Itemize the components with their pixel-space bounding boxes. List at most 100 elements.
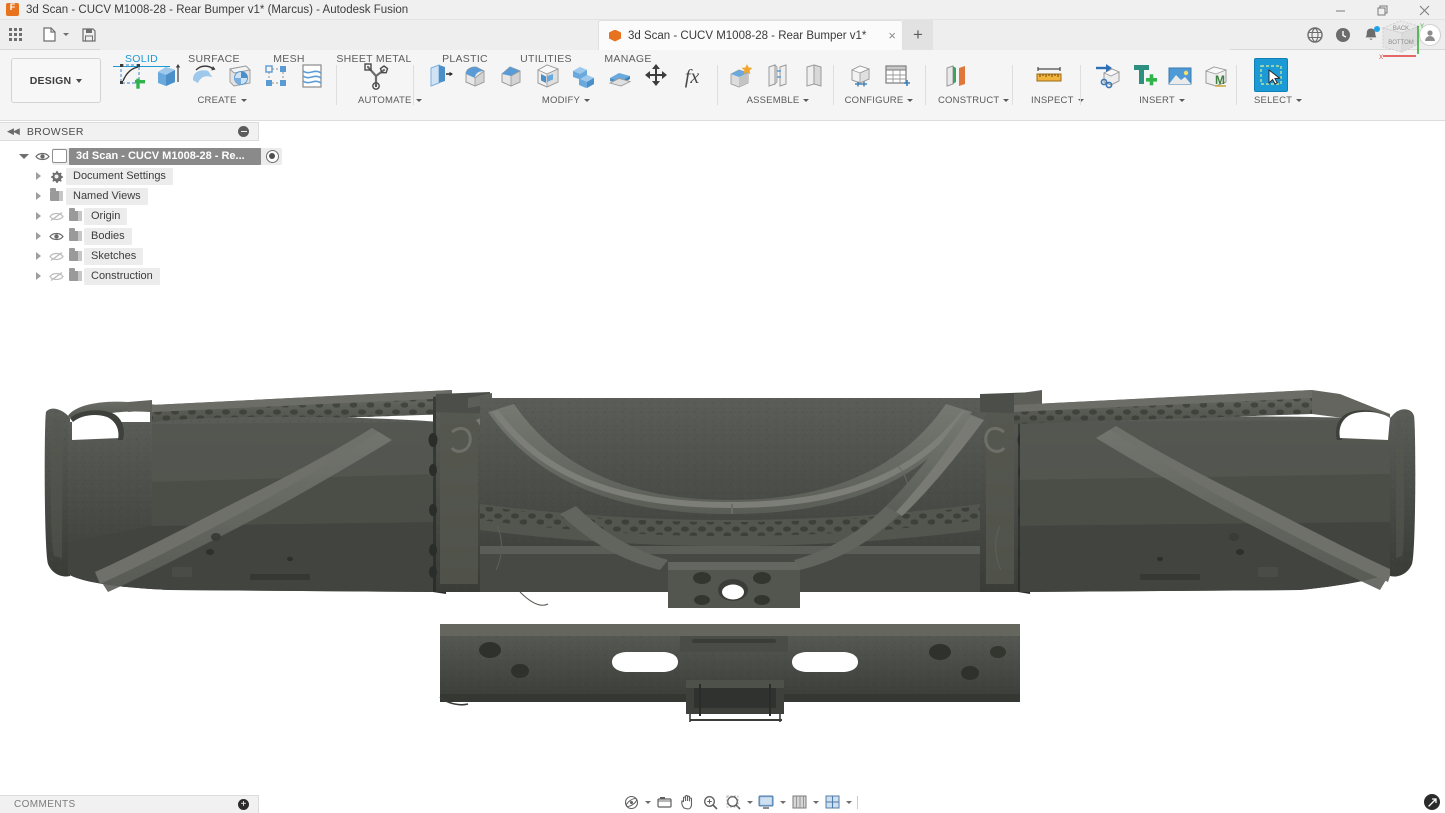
combine-icon[interactable] <box>566 58 602 94</box>
pattern-icon[interactable] <box>258 58 294 94</box>
ribbon-group-create-label[interactable]: CREATE <box>114 95 330 106</box>
expand-arrow-icon[interactable] <box>30 166 46 186</box>
revolve-icon[interactable] <box>186 58 222 94</box>
file-dropdown-caret-icon[interactable] <box>61 20 70 50</box>
visibility-eye-off-icon[interactable] <box>46 246 66 266</box>
new-tab-button[interactable]: + <box>903 20 933 50</box>
configure-label: CONFIGURE <box>845 95 904 106</box>
ribbon-group-insert-label[interactable]: INSERT <box>1090 95 1234 106</box>
offset-face-icon[interactable] <box>602 58 638 94</box>
grid-snaps-dropdown-caret-icon[interactable] <box>811 793 820 811</box>
ribbon-group-automate-label[interactable]: AUTOMATE <box>358 95 422 106</box>
ribbon-group-select-label[interactable]: SELECT <box>1254 95 1302 106</box>
display-settings-icon[interactable] <box>755 793 777 811</box>
ribbon-group-construct-label[interactable]: CONSTRUCT <box>938 95 1009 106</box>
tree-item-bodies[interactable]: Bodies <box>0 226 259 246</box>
ribbon-group-construct: CONSTRUCT <box>938 58 1009 112</box>
tree-root-row[interactable]: 3d Scan - CUCV M1008-28 - Re... <box>52 148 282 165</box>
orbit-dropdown-caret-icon[interactable] <box>643 793 652 811</box>
pan-icon[interactable] <box>676 793 698 811</box>
folder-icon <box>66 206 84 226</box>
viewcube[interactable]: BACK BOTTOM X Y <box>1369 10 1431 72</box>
move-copy-icon[interactable] <box>638 58 674 94</box>
panel-options-icon[interactable] <box>238 126 249 137</box>
expand-view-icon[interactable] <box>1424 794 1440 810</box>
insert-mcmaster-icon[interactable] <box>1126 58 1162 94</box>
tree-item-named-views[interactable]: Named Views <box>0 186 259 206</box>
fit-icon[interactable] <box>722 793 744 811</box>
close-icon[interactable]: × <box>888 29 896 42</box>
tree-item-construction[interactable]: Construction <box>0 266 259 286</box>
visibility-eye-off-icon[interactable] <box>46 206 66 226</box>
comments-panel[interactable]: COMMENTS + <box>0 795 259 813</box>
insert-mesh-icon[interactable]: M <box>1198 58 1234 94</box>
measure-icon[interactable] <box>1031 58 1067 94</box>
tree-item-document-settings[interactable]: Document Settings <box>0 166 259 186</box>
insert-canvas-icon[interactable] <box>1162 58 1198 94</box>
viewports-dropdown-caret-icon[interactable] <box>844 793 853 811</box>
sweep-icon[interactable] <box>222 58 258 94</box>
chevron-down-icon <box>1296 99 1302 102</box>
globe-icon[interactable] <box>1301 20 1329 50</box>
orbit-icon[interactable] <box>620 793 642 811</box>
new-component-icon[interactable] <box>724 58 760 94</box>
expand-arrow-icon[interactable] <box>30 206 46 226</box>
visibility-eye-off-icon[interactable] <box>46 266 66 286</box>
chevron-down-icon <box>241 99 247 102</box>
joint-icon[interactable] <box>760 58 796 94</box>
change-parameters-icon[interactable]: fx <box>674 58 710 94</box>
tree-item-sketches[interactable]: Sketches <box>0 246 259 266</box>
configure-design-icon[interactable] <box>843 58 879 94</box>
save-icon[interactable] <box>77 20 101 50</box>
grid-snaps-icon[interactable] <box>788 793 810 811</box>
create-sketch-icon[interactable] <box>114 58 150 94</box>
look-at-icon[interactable] <box>653 793 675 811</box>
visibility-eye-icon[interactable] <box>32 146 52 166</box>
workspace-label: DESIGN <box>30 75 71 87</box>
tree-item-origin[interactable]: Origin <box>0 206 259 226</box>
tree-item-named-views-label: Named Views <box>66 188 148 205</box>
ribbon-group-configure-label[interactable]: CONFIGURE <box>843 95 915 106</box>
expand-arrow-icon[interactable] <box>30 266 46 286</box>
minimize-icon[interactable] <box>1319 0 1361 20</box>
display-settings-dropdown-caret-icon[interactable] <box>778 793 787 811</box>
ribbon-group-configure: CONFIGURE <box>843 58 915 112</box>
create-form-icon[interactable] <box>294 58 330 94</box>
app-grid-icon[interactable] <box>4 20 28 50</box>
tree-item-root-label: 3d Scan - CUCV M1008-28 - Re... <box>69 148 261 165</box>
file-icon[interactable] <box>37 20 61 50</box>
job-status-icon[interactable] <box>1329 20 1357 50</box>
viewports-icon[interactable] <box>821 793 843 811</box>
visibility-eye-icon[interactable] <box>46 226 66 246</box>
shell-icon[interactable] <box>530 58 566 94</box>
as-built-joint-icon[interactable] <box>796 58 832 94</box>
press-pull-icon[interactable] <box>422 58 458 94</box>
extrude-icon[interactable] <box>150 58 186 94</box>
offset-plane-icon[interactable] <box>938 58 974 94</box>
activate-component-radio[interactable] <box>266 150 279 163</box>
chamfer-icon[interactable] <box>494 58 530 94</box>
expand-arrow-icon[interactable] <box>16 146 32 166</box>
document-tab[interactable]: 3d Scan - CUCV M1008-28 - Rear Bumper v1… <box>598 20 903 50</box>
tree-item-root[interactable]: 3d Scan - CUCV M1008-28 - Re... <box>0 146 259 166</box>
add-comment-icon[interactable]: + <box>238 799 249 810</box>
ribbon-separator <box>413 65 414 105</box>
fillet-icon[interactable] <box>458 58 494 94</box>
zoom-icon[interactable] <box>699 793 721 811</box>
configuration-table-icon[interactable] <box>879 58 915 94</box>
chevron-down-icon <box>1003 99 1009 102</box>
create-label: CREATE <box>197 95 236 106</box>
workspace-switcher[interactable]: DESIGN <box>11 58 101 103</box>
ribbon-group-modify-label[interactable]: MODIFY <box>422 95 710 106</box>
collapse-left-icon[interactable]: ◀◀ <box>7 126 19 137</box>
ribbon-separator <box>833 65 834 105</box>
expand-arrow-icon[interactable] <box>30 186 46 206</box>
insert-derive-icon[interactable] <box>1090 58 1126 94</box>
expand-arrow-icon[interactable] <box>30 226 46 246</box>
ribbon-group-inspect-label[interactable]: INSPECT <box>1031 95 1084 106</box>
ribbon-group-assemble-label[interactable]: ASSEMBLE <box>724 95 832 106</box>
select-window-icon[interactable] <box>1254 58 1288 92</box>
automate-icon[interactable] <box>358 58 394 94</box>
fit-dropdown-caret-icon[interactable] <box>745 793 754 811</box>
expand-arrow-icon[interactable] <box>30 246 46 266</box>
